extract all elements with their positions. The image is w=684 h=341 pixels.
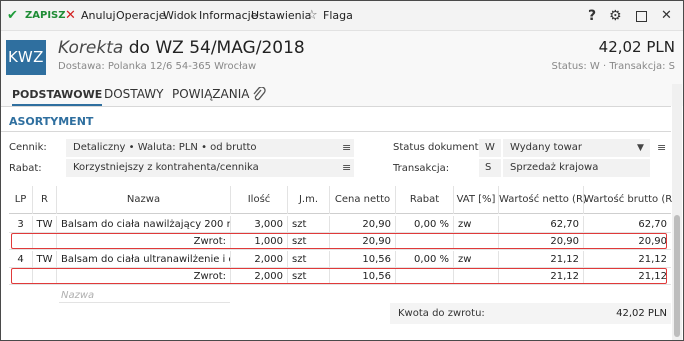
doc-status-label: Status dokumentu:: [393, 142, 489, 153]
cell-vat: zw: [454, 216, 499, 233]
document-amount: 42,02 PLN: [598, 38, 675, 56]
delivery-address: Dostawa: Polanka 12/6 54-365 Wrocław: [58, 61, 257, 72]
view-menu[interactable]: Widok: [163, 1, 197, 31]
table-row[interactable]: 4 TW Balsam do ciała ultranawilżenie i d…: [9, 251, 671, 268]
gear-icon[interactable]: ⚙: [609, 1, 622, 31]
cell-lp: 3: [9, 216, 33, 233]
grid-header: LP R Nazwa Ilość J.m. Cena netto Rabat V…: [9, 186, 676, 214]
document-type-badge: KWZ: [6, 40, 46, 75]
cell-r: TW: [33, 251, 57, 268]
toolbar: ✔ ZAPISZ ✕ Anuluj Operacje Widok Informa…: [1, 1, 683, 31]
col-qty[interactable]: Ilość: [231, 186, 288, 214]
cell-r: TW: [33, 216, 57, 233]
col-gross-value[interactable]: Wartość brutto (R): [584, 186, 676, 214]
x-icon: ✕: [65, 8, 76, 23]
col-lp[interactable]: LP: [9, 186, 33, 214]
flag-button[interactable]: Flaga: [323, 1, 353, 31]
col-vat[interactable]: VAT [%]: [454, 186, 499, 214]
doc-status-code[interactable]: W: [479, 139, 501, 157]
col-unit[interactable]: J.m.: [288, 186, 330, 214]
col-net-value[interactable]: Wartość netto (R): [499, 186, 587, 214]
document-number: do WZ 54/MAG/2018: [128, 38, 305, 58]
cell-lp: 4: [9, 251, 33, 268]
tab-relations[interactable]: POWIĄZANIA: [172, 84, 249, 106]
price-list-field[interactable]: Detaliczny • Waluta: PLN • od brutto: [66, 139, 354, 157]
doc-status-select[interactable]: Wydany towar: [503, 139, 650, 157]
tab-divider: [1, 106, 671, 107]
cell-name: Balsam do ciała ultranawilżenie i dotlen…: [57, 251, 231, 268]
price-list-menu-icon[interactable]: ≡: [342, 139, 351, 157]
return-row-highlight: [11, 233, 667, 249]
col-discount[interactable]: Rabat: [396, 186, 454, 214]
maximize-icon[interactable]: [636, 11, 647, 22]
cell-gross: 62,70: [638, 219, 667, 230]
discount-menu-icon[interactable]: ≡: [342, 159, 351, 177]
status-summary: Status: W · Transakcja: S: [551, 61, 675, 72]
cell-net: 21,12: [499, 251, 584, 268]
scrollbar-thumb[interactable]: [674, 215, 680, 337]
transaction-field[interactable]: Sprzedaż krajowa: [503, 159, 650, 177]
price-list-label: Cennik:: [9, 142, 47, 153]
chevron-down-icon[interactable]: ▼: [637, 139, 644, 157]
paperclip-icon[interactable]: [252, 87, 266, 102]
cell-name: Balsam do ciała nawilżający 200 ml: [57, 216, 231, 233]
refund-label: Kwota do zwrotu:: [398, 308, 485, 319]
discount-label: Rabat:: [9, 163, 42, 174]
document-kind: Korekta: [58, 38, 124, 58]
tab-bar: PODSTAWOWE DOSTAWY POWIĄZANIA: [1, 84, 683, 106]
cell-unit: szt: [288, 251, 330, 268]
save-button[interactable]: ZAPISZ: [25, 1, 66, 31]
cell-qty: 2,000: [231, 251, 288, 268]
tab-deliveries[interactable]: DOSTAWY: [104, 84, 163, 106]
cell-price: 20,90: [330, 216, 396, 233]
cell-unit: szt: [288, 216, 330, 233]
tab-basic[interactable]: PODSTAWOWE: [12, 84, 103, 106]
info-menu[interactable]: Informacje: [199, 1, 257, 31]
cell-price: 10,56: [330, 251, 396, 268]
star-icon[interactable]: ☆: [306, 1, 318, 31]
section-title: ASORTYMENT: [9, 115, 94, 128]
col-r[interactable]: R: [33, 186, 57, 214]
refund-amount: 42,02 PLN: [616, 308, 667, 319]
table-row[interactable]: 3 TW Balsam do ciała nawilżający 200 ml …: [9, 216, 671, 233]
new-row-name-input[interactable]: Nazwa: [59, 288, 230, 303]
cell-discount: 0,00 %: [396, 216, 454, 233]
doc-status-menu-icon[interactable]: ≡: [657, 139, 666, 157]
transaction-code[interactable]: S: [479, 159, 501, 177]
col-price[interactable]: Cena netto: [330, 186, 396, 214]
cell-discount: 0,00 %: [396, 251, 454, 268]
cell-gross: 21,12: [638, 254, 667, 265]
document-title: Korekta do WZ 54/MAG/2018: [58, 38, 305, 58]
discount-field[interactable]: Korzystniejszy z kontrahenta/cennika: [66, 159, 354, 177]
cell-qty: 3,000: [231, 216, 288, 233]
cell-vat: zw: [454, 251, 499, 268]
settings-menu[interactable]: Ustawienia: [251, 1, 311, 31]
col-name[interactable]: Nazwa: [57, 186, 231, 214]
operations-menu[interactable]: Operacje: [116, 1, 166, 31]
transaction-label: Transakcja:: [393, 163, 450, 174]
cancel-button[interactable]: Anuluj: [81, 1, 116, 31]
help-icon[interactable]: ?: [588, 1, 596, 31]
check-icon: ✔: [7, 8, 18, 23]
return-row-highlight: [11, 268, 667, 284]
close-icon[interactable]: ✕: [661, 1, 672, 31]
cell-net: 62,70: [499, 216, 584, 233]
section-divider: [1, 131, 671, 132]
